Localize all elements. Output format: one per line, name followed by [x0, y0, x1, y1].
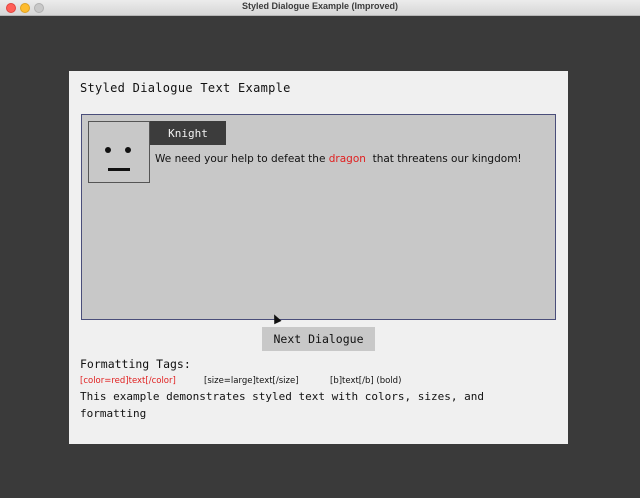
main-panel: Styled Dialogue Text Example Knight We n…	[69, 71, 568, 444]
dialogue-highlight: dragon	[328, 153, 366, 165]
portrait-mouth-icon	[108, 168, 130, 171]
formatting-heading: Formatting Tags:	[80, 357, 191, 371]
tag-size-example: [size=large]text[/size]	[204, 376, 299, 386]
window-titlebar: Styled Dialogue Example (Improved)	[0, 0, 640, 16]
formatting-description: This example demonstrates styled text wi…	[80, 390, 484, 420]
window-title: Styled Dialogue Example (Improved)	[241, 1, 399, 11]
tag-bold-example: [b]text[/b] (bold)	[330, 376, 402, 386]
next-dialogue-button[interactable]: Next Dialogue	[262, 327, 375, 351]
speaker-name-plate: Knight	[150, 121, 226, 145]
portrait-left-eye-icon	[105, 147, 111, 153]
dialogue-text-before: We need your help to defeat the	[155, 153, 329, 165]
speaker-portrait	[88, 121, 150, 183]
tag-color-example: [color=red]text[/color]	[80, 376, 176, 386]
dialogue-box: Knight We need your help to defeat the d…	[81, 114, 556, 320]
portrait-right-eye-icon	[125, 147, 131, 153]
dialogue-text-after: that threatens our kingdom!	[365, 153, 522, 165]
dialogue-text: We need your help to defeat the dragon t…	[155, 149, 545, 169]
panel-title: Styled Dialogue Text Example	[80, 81, 291, 95]
speaker-name: Knight	[168, 126, 208, 140]
